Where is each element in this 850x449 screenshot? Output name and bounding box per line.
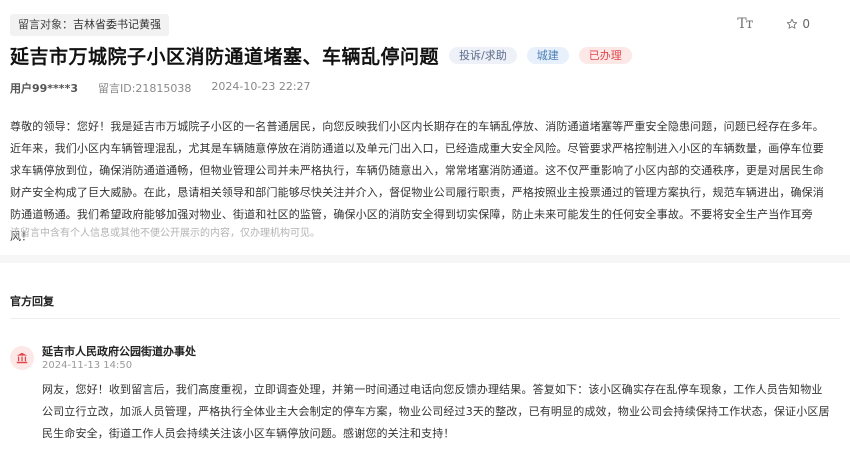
favorite-button[interactable]: 0 bbox=[786, 17, 810, 31]
user-name: 用户99****3 bbox=[10, 82, 78, 95]
target-label: 留言对象： bbox=[18, 18, 73, 31]
page-title: 延吉市万城院子小区消防通道堵塞、车辆乱停问题 bbox=[10, 46, 440, 68]
message-id: 留言ID:21815038 bbox=[97, 82, 192, 95]
message-datetime: 2024-10-23 22:27 bbox=[211, 80, 311, 93]
type-badge: 投诉/求助 bbox=[449, 47, 517, 64]
status-badge: 已办理 bbox=[578, 47, 632, 64]
star-icon bbox=[787, 18, 798, 29]
section-divider bbox=[0, 255, 850, 263]
target-value: 吉林省委书记黄强 bbox=[73, 18, 161, 31]
category-badge: 城建 bbox=[526, 47, 569, 64]
message-meta: 用户99****3 留言ID:21815038 2024-10-23 22:27 bbox=[10, 80, 311, 96]
message-target-tag: 留言对象：吉林省委书记黄强 bbox=[10, 14, 169, 36]
reply-section-line bbox=[10, 318, 840, 319]
reply-datetime: 2024-11-13 14:50 bbox=[42, 360, 133, 371]
government-building-icon bbox=[16, 352, 28, 364]
title-row: 延吉市万城院子小区消防通道堵塞、车辆乱停问题 投诉/求助 城建 已办理 bbox=[10, 42, 632, 69]
font-size-icon[interactable]: Tт bbox=[737, 16, 753, 32]
privacy-note: 该留言中含有个人信息或其他不便公开展示的内容，仅办理机构可见。 bbox=[10, 228, 320, 239]
department-avatar bbox=[10, 346, 34, 370]
top-actions: Tт 0 bbox=[737, 16, 810, 32]
reply-section-title: 官方回复 bbox=[10, 295, 54, 308]
star-count: 0 bbox=[802, 17, 810, 31]
reply-department: 延吉市人民政府公园街道办事处 bbox=[42, 345, 196, 358]
reply-body: 网友，您好！收到留言后，我们高度重视，立即调查处理，并第一时间通过电话向您反馈办… bbox=[42, 383, 830, 440]
